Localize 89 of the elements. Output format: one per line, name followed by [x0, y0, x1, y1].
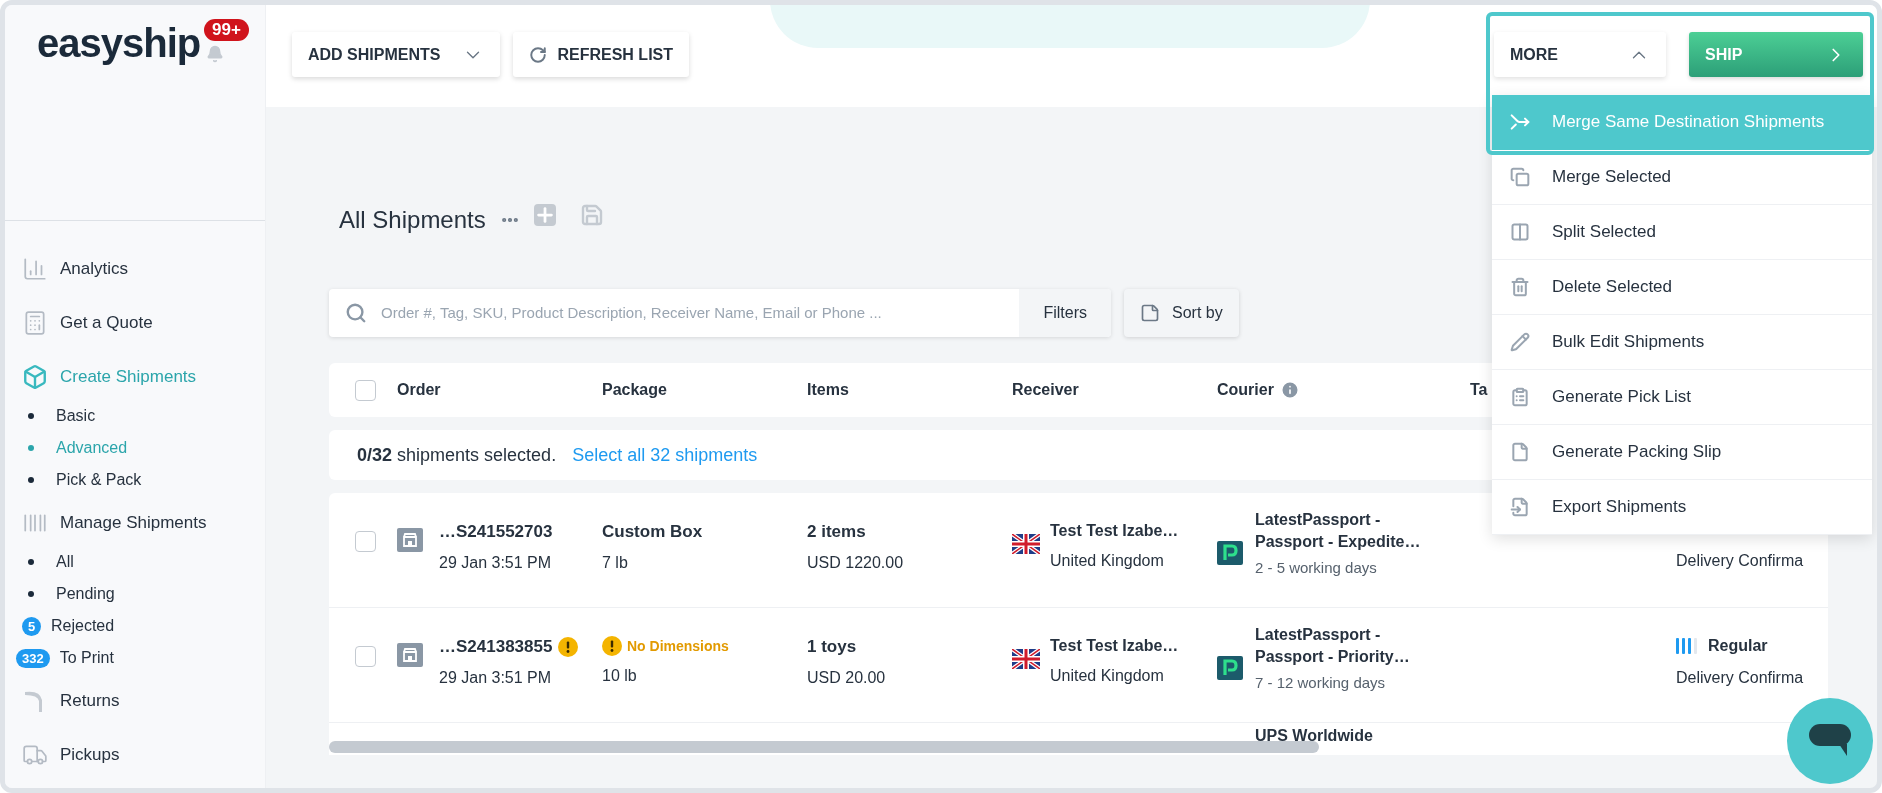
checkbox[interactable]	[355, 531, 376, 552]
order-date: 29 Jan 3:51 PM	[439, 667, 553, 688]
flag-icon	[1012, 649, 1040, 669]
chat-icon	[1809, 724, 1851, 758]
trash-icon	[1510, 277, 1530, 297]
merge-icon	[1510, 112, 1530, 132]
scrollbar[interactable]	[329, 741, 1319, 753]
menu-item[interactable]: Generate Pick List	[1492, 370, 1872, 425]
count-badge: 332	[16, 648, 50, 668]
nav-subitem[interactable]: Pick & Pack	[56, 468, 142, 492]
order-number[interactable]: …S241552703	[439, 519, 553, 545]
menu-item[interactable]: Bulk Edit Shipments	[1492, 315, 1872, 370]
more-button[interactable]: MORE	[1494, 32, 1666, 77]
menu-item[interactable]: Delete Selected	[1492, 260, 1872, 315]
delivery-time: 2 - 5 working days	[1255, 558, 1378, 578]
search-field[interactable]: Order #, Tag, SKU, Product Description, Receiver Name, Email or Phone ... Filters	[329, 289, 1111, 337]
checkbox[interactable]	[355, 646, 376, 667]
package-weight: 10 lb	[602, 666, 638, 686]
nav-subitem[interactable]: All	[56, 550, 74, 574]
nav-item[interactable]: Pickups	[22, 734, 265, 776]
receiver-name: Test Test Izabe…	[1050, 521, 1179, 541]
rating-label: Regular	[1708, 636, 1768, 656]
item-value: USD 1220.00	[807, 552, 905, 573]
delivery-time: 7 - 12 working days	[1255, 673, 1387, 693]
item-count: 2 items	[807, 521, 867, 543]
service-label: Delivery Confirma	[1676, 551, 1804, 571]
item-value: USD 20.00	[807, 667, 887, 688]
nav-subitem[interactable]: To Print	[59, 646, 114, 670]
courier-name: UPS Worldwide	[1255, 726, 1374, 746]
file-icon	[1510, 442, 1530, 462]
page-title: All Shipments	[339, 205, 486, 235]
menu-item[interactable]: Export Shipments	[1492, 480, 1872, 535]
service-label: Delivery Confirma	[1676, 668, 1804, 688]
column-header[interactable]: Items	[807, 378, 849, 402]
search-icon	[345, 302, 367, 324]
nav-subitem[interactable]: Basic	[56, 404, 96, 428]
menu-item[interactable]: Split Selected	[1492, 205, 1872, 260]
column-header[interactable]: Ta	[1470, 378, 1488, 402]
toolbar-button[interactable]: REFRESH LIST	[513, 32, 689, 77]
receiver-country: United Kingdom	[1050, 551, 1165, 571]
filters-button[interactable]: Filters	[1019, 289, 1111, 337]
checkbox[interactable]	[355, 379, 376, 401]
info-icon[interactable]	[1279, 380, 1300, 400]
menu-item[interactable]: Generate Packing Slip	[1492, 425, 1872, 480]
pencil-icon	[1510, 332, 1530, 352]
save-icon[interactable]	[579, 203, 604, 227]
export-icon	[1510, 497, 1530, 517]
split-icon	[1510, 222, 1530, 242]
nav-item[interactable]: Get a Quote	[22, 302, 265, 344]
logo[interactable]: easyship	[37, 19, 201, 67]
calculator-icon	[22, 310, 48, 336]
package-name: No Dimensions	[627, 637, 729, 656]
bell-icon[interactable]	[206, 45, 225, 63]
nav-item[interactable]: Manage Shipments	[22, 502, 265, 544]
item-count: 1 toys	[807, 636, 858, 658]
refresh-icon	[529, 45, 548, 64]
sort-button[interactable]: Sort by	[1124, 289, 1239, 337]
truck-icon	[22, 742, 48, 768]
store-icon	[397, 643, 423, 667]
package-name: Custom Box	[602, 521, 703, 543]
list-icon	[1510, 387, 1530, 407]
order-date: 29 Jan 3:51 PM	[439, 552, 553, 573]
chart-icon	[22, 256, 48, 282]
order-number[interactable]: …S241383855	[439, 634, 553, 660]
column-header[interactable]: Order	[397, 378, 441, 402]
copy-icon	[1510, 167, 1530, 187]
nav-subitem[interactable]: Pending	[56, 582, 115, 606]
receiver-country: United Kingdom	[1050, 666, 1165, 686]
column-header[interactable]: Package	[602, 378, 667, 402]
box-icon	[22, 364, 48, 390]
courier-name: LatestPassport - Passport - Expedite…	[1255, 510, 1422, 552]
flag-icon	[1012, 534, 1040, 554]
notification-badge: 99+	[204, 19, 249, 41]
nav-item[interactable]: Returns	[22, 680, 265, 722]
column-header[interactable]: Receiver	[1012, 378, 1079, 402]
package-weight: 7 lb	[602, 552, 629, 573]
courier-name: LatestPassport - Passport - Priority…	[1255, 625, 1411, 667]
sort-icon	[1140, 303, 1160, 323]
toolbar-button[interactable]: ADD SHIPMENTS	[292, 32, 501, 77]
store-icon	[397, 528, 423, 552]
count-badge: 5	[22, 616, 41, 636]
menu-item[interactable]: Merge Selected	[1492, 150, 1872, 205]
selection-text: 0/32 shipments selected.	[357, 443, 557, 467]
nav-subitem[interactable]: Rejected	[51, 614, 115, 638]
nav-item[interactable]: Analytics	[22, 248, 265, 290]
add-icon[interactable]	[533, 204, 556, 226]
receiver-name: Test Test Izabe…	[1050, 636, 1179, 656]
signal-bars-icon	[1676, 638, 1698, 654]
column-header[interactable]: Courier	[1217, 378, 1274, 402]
